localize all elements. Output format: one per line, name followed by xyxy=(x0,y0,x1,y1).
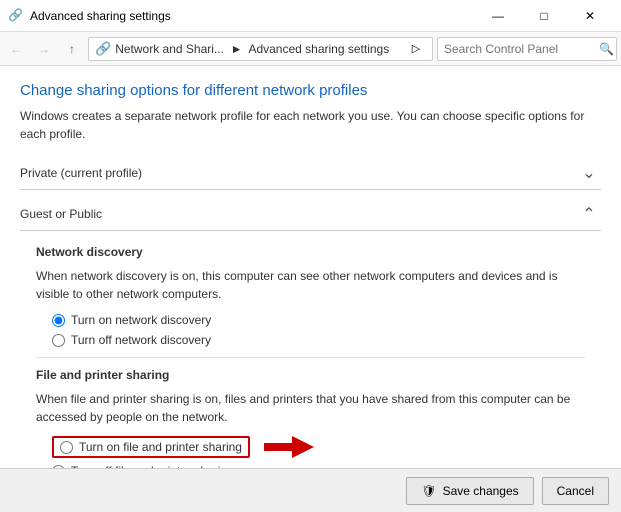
divider xyxy=(36,357,585,358)
save-label: Save changes xyxy=(443,484,519,498)
fps-on-highlight: Turn on file and printer sharing xyxy=(52,436,250,458)
maximize-button[interactable]: □ xyxy=(521,0,567,32)
search-box[interactable]: 🔍 xyxy=(437,37,617,61)
address-text: Network and Shari... ► Advanced sharing … xyxy=(115,42,406,56)
section-guest-public-content: Network discovery When network discovery… xyxy=(20,231,601,494)
section-private[interactable]: Private (current profile) ⌄ xyxy=(20,157,601,190)
nd-on-label: Turn on network discovery xyxy=(71,313,211,327)
page-description: Windows creates a separate network profi… xyxy=(20,107,601,143)
address-go-button[interactable]: ▷ xyxy=(406,39,426,59)
window-controls: — □ ✕ xyxy=(475,0,613,32)
content-area: Change sharing options for different net… xyxy=(0,66,621,512)
page-title: Change sharing options for different net… xyxy=(20,82,601,99)
cancel-button[interactable]: Cancel xyxy=(542,477,609,505)
nd-off-option[interactable]: Turn off network discovery xyxy=(52,333,585,347)
network-discovery-options: Turn on network discovery Turn off netwo… xyxy=(52,313,585,347)
nd-on-option[interactable]: Turn on network discovery xyxy=(52,313,585,327)
section-guest-public-label: Guest or Public xyxy=(20,207,577,221)
address-bar-icon: 🔗 xyxy=(95,41,111,57)
nd-off-label: Turn off network discovery xyxy=(71,333,211,347)
minimize-button[interactable]: — xyxy=(475,0,521,32)
up-button[interactable]: ↑ xyxy=(60,37,84,61)
save-changes-button[interactable]: 🛡 Save changes xyxy=(406,477,533,505)
bottom-bar: 🛡 Save changes Cancel xyxy=(0,468,621,512)
fps-on-option[interactable]: Turn on file and printer sharing xyxy=(52,436,585,458)
fps-on-label: Turn on file and printer sharing xyxy=(79,440,242,454)
section-private-label: Private (current profile) xyxy=(20,166,577,180)
fps-on-radio[interactable] xyxy=(60,441,73,454)
network-discovery-description: When network discovery is on, this compu… xyxy=(36,267,585,303)
red-arrow-annotation xyxy=(264,436,314,458)
window-title: Advanced sharing settings xyxy=(30,9,475,23)
search-button[interactable]: 🔍 xyxy=(599,42,614,56)
network-discovery-title: Network discovery xyxy=(36,245,585,259)
file-printer-sharing-description: When file and printer sharing is on, fil… xyxy=(36,390,585,426)
toolbar: ← → ↑ 🔗 Network and Shari... ► Advanced … xyxy=(0,32,621,66)
file-printer-sharing-title: File and printer sharing xyxy=(36,368,585,382)
forward-button[interactable]: → xyxy=(32,37,56,61)
title-bar: 🔗 Advanced sharing settings — □ ✕ xyxy=(0,0,621,32)
chevron-down-icon: ⌄ xyxy=(577,163,601,183)
chevron-up-icon: ⌃ xyxy=(577,204,601,224)
back-button[interactable]: ← xyxy=(4,37,28,61)
section-guest-public[interactable]: Guest or Public ⌃ xyxy=(20,198,601,231)
search-input[interactable] xyxy=(444,42,599,56)
address-bar[interactable]: 🔗 Network and Shari... ► Advanced sharin… xyxy=(88,37,433,61)
nd-off-radio[interactable] xyxy=(52,334,65,347)
nd-on-radio[interactable] xyxy=(52,314,65,327)
close-button[interactable]: ✕ xyxy=(567,0,613,32)
save-icon: 🛡 xyxy=(421,484,436,498)
window-icon: 🔗 xyxy=(8,8,24,24)
